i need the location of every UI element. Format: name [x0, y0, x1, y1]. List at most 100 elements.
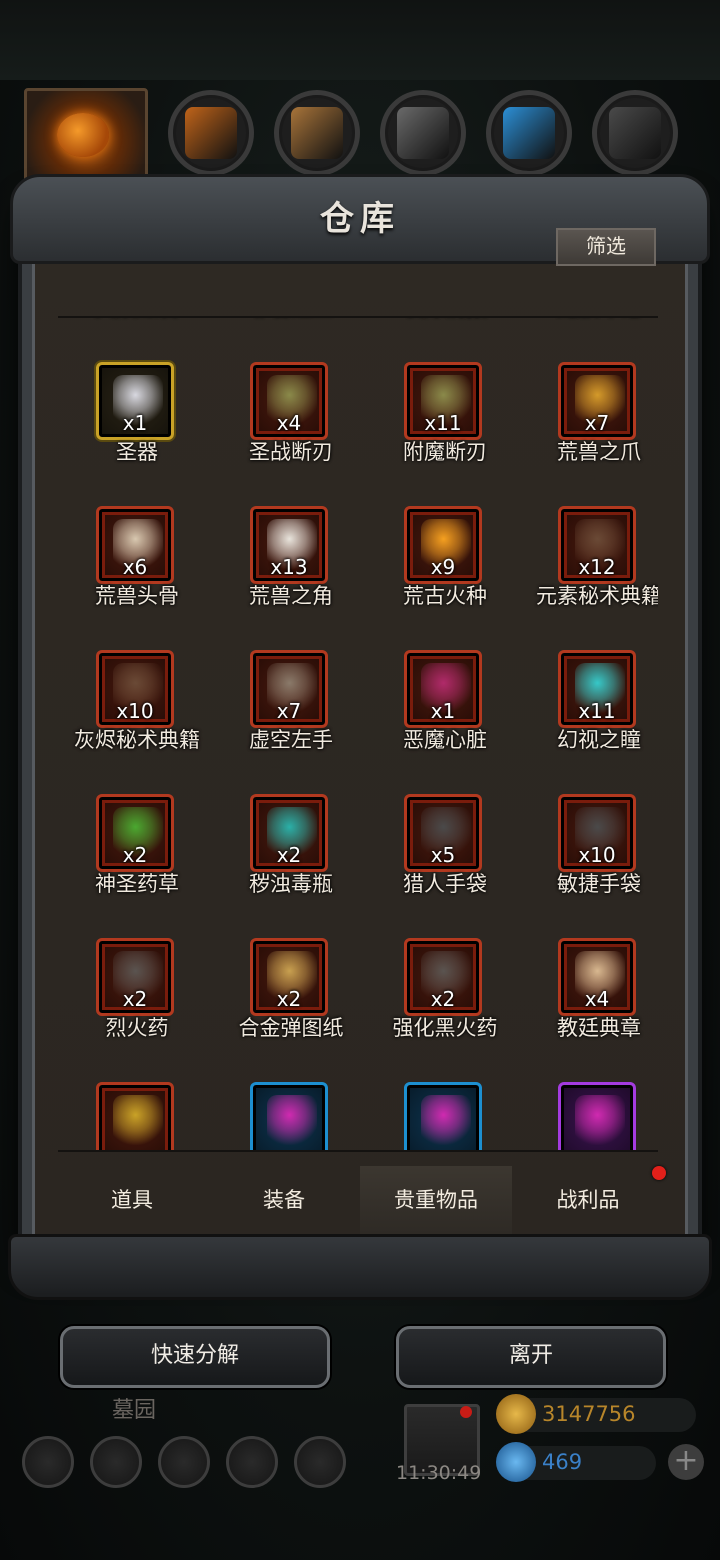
item-cell[interactable] [368, 1082, 522, 1150]
item-cell[interactable]: x1龙族印记 [522, 318, 658, 362]
item-count: x10 [578, 843, 616, 867]
item-cell[interactable]: x7 虚空左手 [214, 650, 368, 794]
gem-value: 469 [542, 1450, 583, 1474]
item-cell[interactable]: x1天陨磁石 [60, 318, 214, 362]
item-count: x2 [430, 987, 456, 1011]
item-name: 幻视之瞳 [557, 728, 641, 752]
item-cell[interactable]: x2 强化黑火药 [368, 938, 522, 1082]
item-icon[interactable] [558, 1082, 636, 1150]
item-name: 神圣药草 [95, 872, 179, 896]
item-count: x9 [430, 555, 456, 579]
resource-slot-5[interactable]: 3713 [592, 90, 678, 199]
item-name: 荒兽头骨 [95, 584, 179, 608]
item-cell[interactable]: x9 荒古火种 [368, 506, 522, 650]
item-icon[interactable]: x11 [558, 650, 636, 728]
item-cell[interactable]: x4 圣战断刃 [214, 362, 368, 506]
item-cell[interactable]: x7 荒兽之爪 [522, 362, 658, 506]
item-icon[interactable]: x7 [250, 650, 328, 728]
item-cell[interactable]: x4 教廷典章 [522, 938, 658, 1082]
notification-dot [652, 1166, 666, 1180]
item-name: 秽浊毒瓶 [249, 872, 333, 896]
quick-decompose-button[interactable]: 快速分解 [60, 1326, 330, 1388]
item-cell[interactable]: x2 秽浊毒瓶 [214, 794, 368, 938]
item-cell[interactable] [214, 1082, 368, 1150]
warehouse-panel: 仓库 筛选 x1天陨磁石x10罪者之血x50裂隙情报x1龙族印记x1圣器x4圣战… [8, 174, 712, 1300]
resource-slot-2[interactable]: 385833 [274, 90, 360, 199]
item-icon[interactable]: x1 [404, 650, 482, 728]
item-icon[interactable]: x6 [96, 506, 174, 584]
chat-icon[interactable] [294, 1436, 346, 1488]
item-icon[interactable]: x11 [404, 362, 482, 440]
item-icon[interactable]: x12 [558, 506, 636, 584]
item-cell[interactable] [60, 1082, 214, 1150]
item-icon[interactable]: x10 [96, 650, 174, 728]
item-icon[interactable]: x5 [404, 794, 482, 872]
item-icon[interactable]: x13 [250, 506, 328, 584]
rank-icon[interactable] [158, 1436, 210, 1488]
item-count: x2 [276, 843, 302, 867]
tab-items[interactable]: 道具 [56, 1166, 208, 1234]
item-icon[interactable]: x7 [558, 362, 636, 440]
item-count: x4 [276, 411, 302, 435]
resource-slot-3[interactable]: 3164 [380, 90, 466, 199]
item-cell[interactable]: x12 元素秘术典籍 [522, 506, 658, 650]
settings-icon[interactable] [22, 1436, 74, 1488]
item-cell[interactable]: x1 恶魔心脏 [368, 650, 522, 794]
gem-counter: 469 [496, 1442, 656, 1482]
item-icon[interactable]: x9 [404, 506, 482, 584]
item-icon[interactable] [404, 1082, 482, 1150]
item-cell[interactable]: x2 烈火药 [60, 938, 214, 1082]
tab-equipment[interactable]: 装备 [208, 1166, 360, 1234]
item-name: 虚空左手 [249, 728, 333, 752]
filter-button[interactable]: 筛选 [556, 228, 656, 266]
mail-icon[interactable] [226, 1436, 278, 1488]
item-cell[interactable]: x11 幻视之瞳 [522, 650, 658, 794]
item-grid[interactable]: x1天陨磁石x10罪者之血x50裂隙情报x1龙族印记 x1圣器x4圣战断刃x11附… [58, 316, 658, 1152]
gold-value: 3147756 [542, 1402, 636, 1426]
item-name: 敏捷手袋 [557, 872, 641, 896]
item-cell[interactable]: x13 荒兽之角 [214, 506, 368, 650]
item-icon[interactable]: x2 [250, 794, 328, 872]
item-icon[interactable]: x1 [96, 362, 174, 440]
item-name: 合金弹图纸 [238, 1016, 344, 1040]
item-name: 猎人手袋 [403, 872, 487, 896]
item-name: 灰烬秘术典籍 [74, 728, 200, 752]
add-currency-button[interactable]: + [668, 1444, 704, 1480]
item-cell[interactable]: x5 猎人手袋 [368, 794, 522, 938]
item-cell[interactable]: x1 圣器 [60, 362, 214, 506]
item-cell[interactable]: x50裂隙情报 [368, 318, 522, 362]
item-icon[interactable]: x4 [250, 362, 328, 440]
item-icon[interactable]: x2 [250, 938, 328, 1016]
item-name: 荒古火种 [403, 584, 487, 608]
item-icon[interactable] [250, 1082, 328, 1150]
resource-slot-4[interactable]: 53 [486, 90, 572, 199]
item-icon[interactable] [96, 1082, 174, 1150]
item-cell[interactable]: x2 神圣药草 [60, 794, 214, 938]
resource-slot-1[interactable]: 25 [168, 90, 254, 199]
gift-notification-dot [460, 1406, 472, 1418]
item-name: 教廷典章 [557, 1016, 641, 1040]
avatar[interactable] [24, 88, 148, 186]
item-icon[interactable]: x2 [96, 794, 174, 872]
item-icon[interactable]: x2 [96, 938, 174, 1016]
item-count: x13 [270, 555, 308, 579]
item-name: 元素秘术典籍 [536, 584, 658, 608]
item-cell[interactable]: x10 灰烬秘术典籍 [60, 650, 214, 794]
item-cell[interactable]: x6 荒兽头骨 [60, 506, 214, 650]
item-count: x2 [122, 987, 148, 1011]
tab-loot[interactable]: 战利品 [512, 1166, 664, 1234]
item-cell[interactable]: x11 附魔断刃 [368, 362, 522, 506]
item-art-icon [421, 1095, 471, 1145]
leave-button[interactable]: 离开 [396, 1326, 666, 1388]
item-cell[interactable] [522, 1082, 658, 1150]
tab-valuables[interactable]: 贵重物品 [360, 1166, 512, 1234]
item-cell[interactable]: x10罪者之血 [214, 318, 368, 362]
item-cell[interactable]: x10 敏捷手袋 [522, 794, 658, 938]
item-icon[interactable]: x10 [558, 794, 636, 872]
top-strip [0, 0, 720, 80]
item-icon[interactable]: x2 [404, 938, 482, 1016]
item-icon[interactable]: x4 [558, 938, 636, 1016]
item-cell[interactable]: x2 合金弹图纸 [214, 938, 368, 1082]
achievement-icon[interactable] [90, 1436, 142, 1488]
location-label: 墓园 [112, 1398, 157, 1423]
